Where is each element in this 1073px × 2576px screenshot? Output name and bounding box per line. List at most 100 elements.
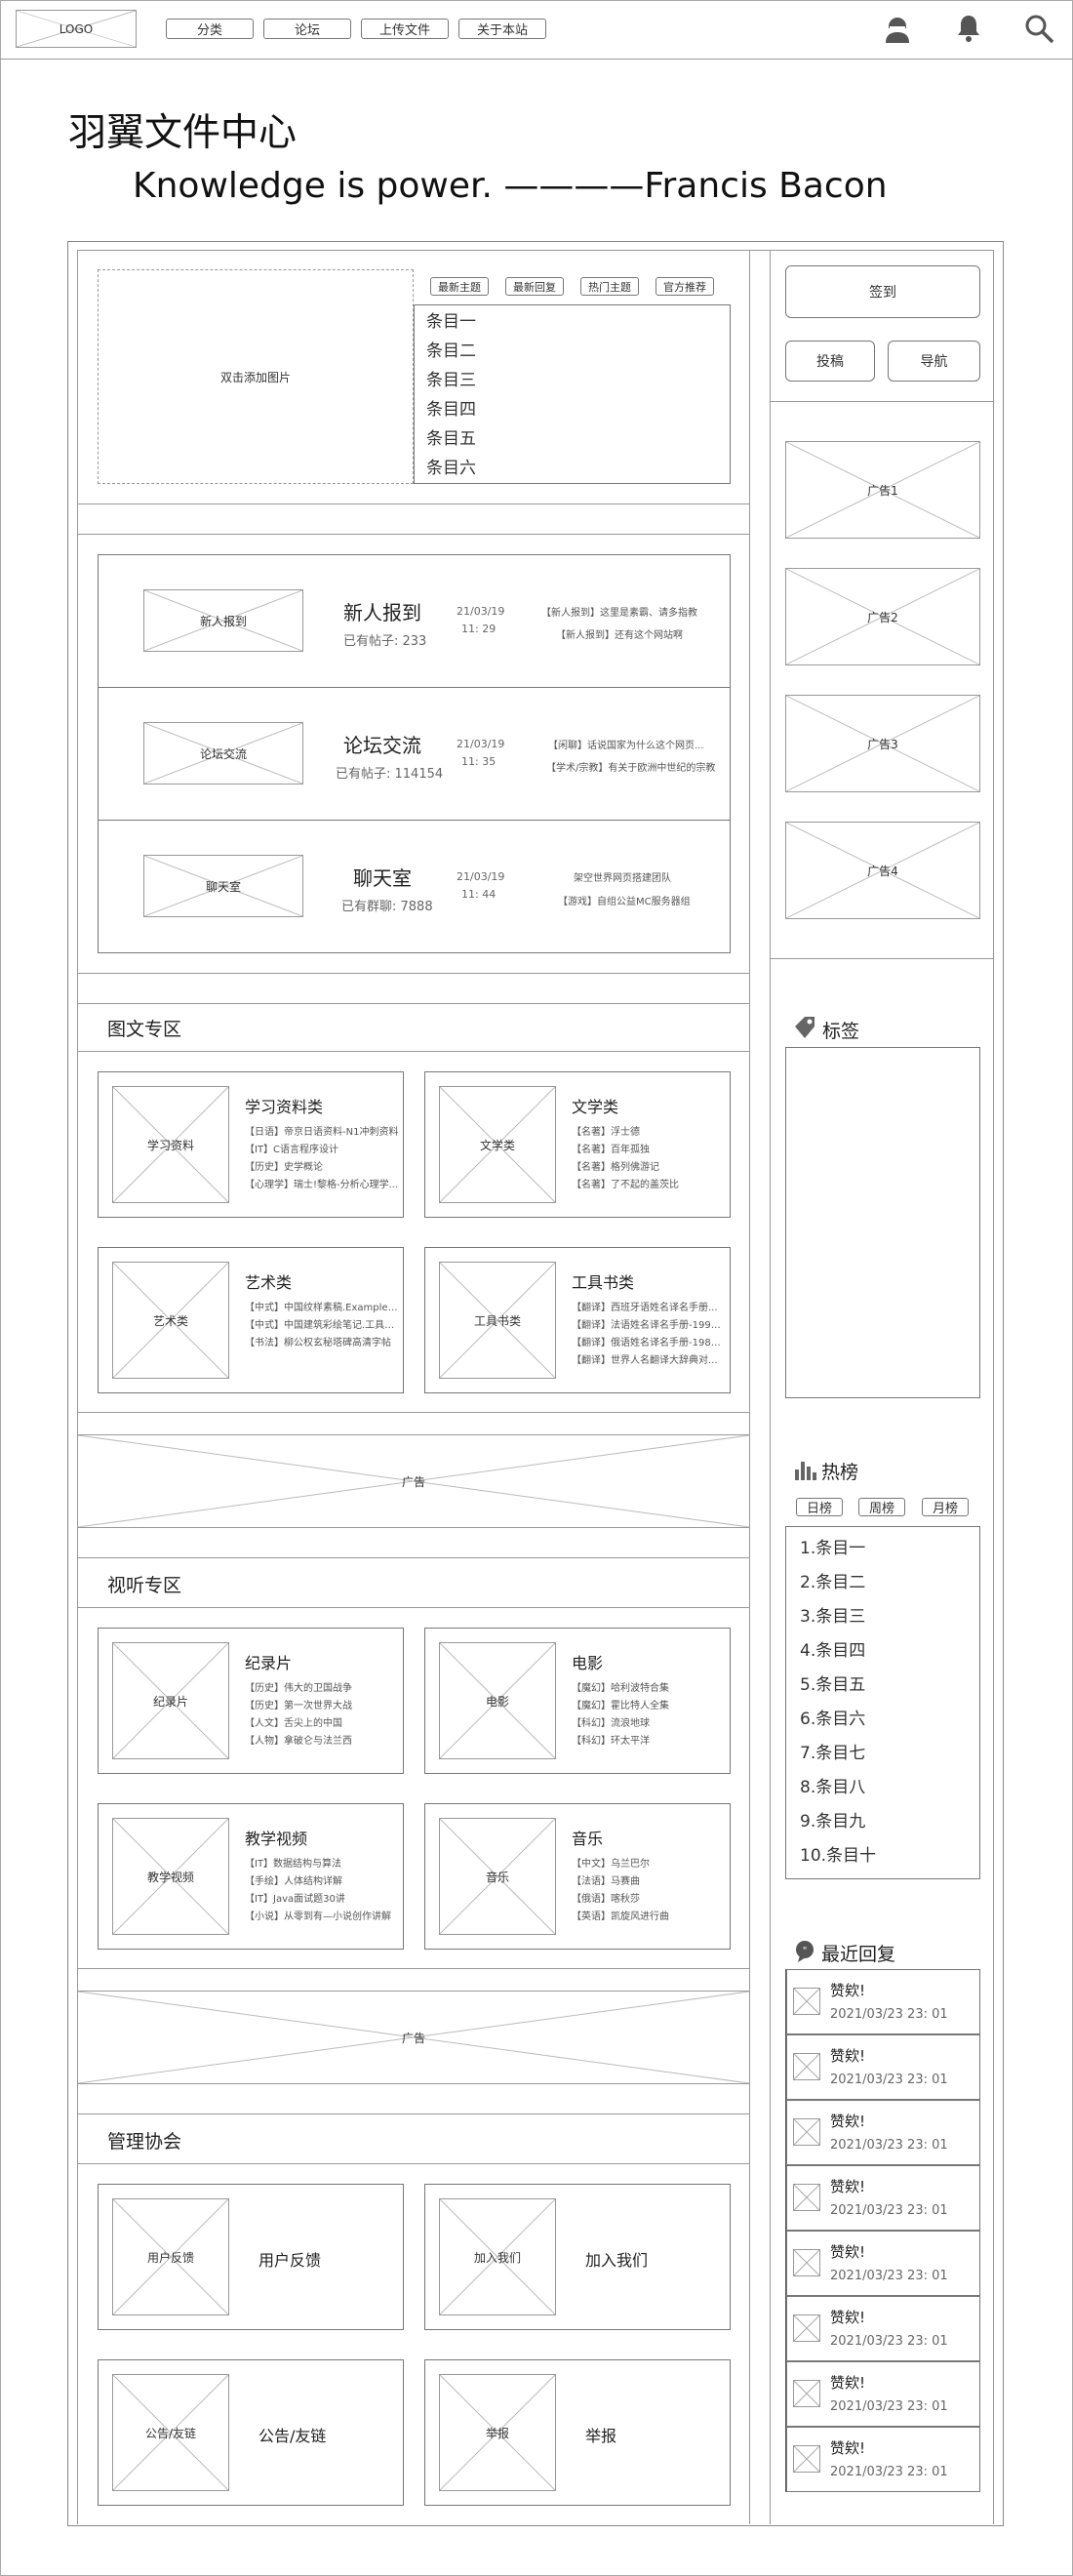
admin-card-title[interactable]: 举报 — [585, 2423, 616, 2446]
list-item[interactable]: 【科幻】流浪地球 — [572, 1715, 726, 1733]
category-title[interactable]: 教学视频 — [245, 1826, 307, 1849]
list-item[interactable]: 条目一 — [426, 307, 730, 337]
list-item[interactable]: 【俄语】喀秋莎 — [572, 1891, 726, 1909]
submit-button[interactable]: 投稿 — [785, 341, 875, 382]
category-title[interactable]: 艺术类 — [245, 1269, 292, 1293]
list-item[interactable]: 【翻译】俄语姓名译名手册-1982... — [572, 1335, 726, 1352]
list-item[interactable]: 【中式】中国建筑彩绘笔记.工具与... — [245, 1317, 399, 1335]
list-item[interactable]: 【书法】柳公权玄秘塔碑高清字帖 — [245, 1335, 399, 1352]
recent-reply-item[interactable]: 赞欸! 2021/03/23 23: 01 — [786, 2427, 980, 2492]
category-card[interactable]: 文学类 文学类 【名著】浮士德 【名著】百年孤独 【名著】格列佛游记 【名著】了… — [424, 1071, 731, 1218]
category-title[interactable]: 工具书类 — [572, 1269, 634, 1293]
recent-reply-item[interactable]: 赞欸! 2021/03/23 23: 01 — [786, 2034, 980, 2100]
ad-banner[interactable]: 广告 — [78, 1991, 749, 2084]
admin-card-title[interactable]: 用户反馈 — [258, 2247, 321, 2271]
recent-reply-item[interactable]: 赞欸! 2021/03/23 23: 01 — [786, 1969, 980, 2034]
list-item[interactable]: 【手绘】人体结构详解 — [245, 1873, 399, 1891]
list-item[interactable]: 【名著】了不起的盖茨比 — [572, 1177, 726, 1194]
bell-icon[interactable] — [956, 14, 981, 43]
list-item[interactable]: 4.条目四 — [786, 1634, 979, 1669]
list-item[interactable]: 【IT】C语言程序设计 — [245, 1142, 399, 1159]
category-title[interactable]: 文学类 — [572, 1094, 618, 1117]
sidebar-ad[interactable]: 广告1 — [785, 441, 980, 539]
recent-reply-item[interactable]: 赞欸! 2021/03/23 23: 01 — [786, 2361, 980, 2427]
forum-latest-post[interactable]: 【学术/宗教】有关于欧洲中世纪的宗教 — [546, 759, 715, 774]
sidebar-ad[interactable]: 广告4 — [785, 822, 980, 919]
admin-card-title[interactable]: 公告/友链 — [258, 2423, 326, 2446]
recent-reply-item[interactable]: 赞欸! 2021/03/23 23: 01 — [786, 2296, 980, 2361]
nav-upload[interactable]: 上传文件 — [361, 19, 449, 39]
forum-name[interactable]: 论坛交流 — [343, 730, 421, 758]
list-item[interactable]: 【小说】从零到有—小说创作讲解 — [245, 1909, 399, 1926]
tab-official[interactable]: 官方推荐 — [656, 277, 714, 296]
list-item[interactable]: 【科幻】环太平洋 — [572, 1733, 726, 1751]
list-item[interactable]: 2.条目二 — [786, 1566, 979, 1600]
category-card[interactable]: 工具书类 工具书类 【翻译】西班牙语姓名译名手册... 【翻译】法语姓名译名手册… — [424, 1247, 731, 1393]
category-title[interactable]: 纪录片 — [245, 1650, 292, 1673]
sidebar-ad[interactable]: 广告2 — [785, 568, 980, 665]
hot-tab-weekly[interactable]: 周榜 — [858, 1498, 905, 1516]
list-item[interactable]: 【IT】Java面试题30讲 — [245, 1891, 399, 1909]
admin-card[interactable]: 举报 举报 — [424, 2359, 731, 2506]
guide-button[interactable]: 导航 — [888, 341, 980, 382]
list-item[interactable]: 条目六 — [426, 454, 730, 483]
forum-latest-post[interactable]: 【新人报到】还有这个网站啊 — [556, 626, 683, 641]
admin-card[interactable]: 用户反馈 用户反馈 — [98, 2184, 404, 2330]
list-item[interactable]: 【日语】帝京日语资料-N1冲刺资料 — [245, 1124, 399, 1142]
forum-name[interactable]: 新人报到 — [343, 597, 421, 625]
ad-banner[interactable]: 广告 — [78, 1434, 749, 1528]
recent-reply-item[interactable]: 赞欸! 2021/03/23 23: 01 — [786, 2165, 980, 2231]
list-item[interactable]: 【翻译】西班牙语姓名译名手册... — [572, 1300, 726, 1317]
list-item[interactable]: 条目四 — [426, 395, 730, 424]
list-item[interactable]: 【翻译】世界人名翻译大辞典对... — [572, 1352, 726, 1370]
recent-reply-item[interactable]: 赞欸! 2021/03/23 23: 01 — [786, 2100, 980, 2165]
category-card[interactable]: 学习资料 学习资料类 【日语】帝京日语资料-N1冲刺资料 【IT】C语言程序设计… — [98, 1071, 404, 1218]
admin-card[interactable]: 加入我们 加入我们 — [424, 2184, 731, 2330]
forum-latest-post[interactable]: 架空世界网页搭建团队 — [574, 869, 671, 884]
tab-latest-replies[interactable]: 最新回复 — [505, 277, 564, 296]
list-item[interactable]: 1.条目一 — [786, 1532, 979, 1566]
list-item[interactable]: 8.条目八 — [786, 1771, 979, 1805]
list-item[interactable]: 条目五 — [426, 424, 730, 454]
list-item[interactable]: 条目三 — [426, 366, 730, 395]
forum-latest-post[interactable]: 【闲聊】话说国家为什么这个网页... — [548, 737, 704, 751]
list-item[interactable]: 【历史】史学概论 — [245, 1159, 399, 1177]
category-title[interactable]: 学习资料类 — [245, 1094, 323, 1117]
forum-name[interactable]: 聊天室 — [353, 863, 412, 891]
category-title[interactable]: 电影 — [572, 1650, 603, 1673]
feature-image[interactable]: 双击添加图片 — [98, 269, 414, 484]
list-item[interactable]: 【人物】拿破仑与法兰西 — [245, 1733, 399, 1751]
list-item[interactable]: 【历史】第一次世界大战 — [245, 1698, 399, 1715]
sidebar-ad[interactable]: 广告3 — [785, 695, 980, 792]
nav-forum[interactable]: 论坛 — [263, 19, 351, 39]
admin-card-title[interactable]: 加入我们 — [585, 2247, 648, 2271]
list-item[interactable]: 5.条目五 — [786, 1669, 979, 1703]
list-item[interactable]: 6.条目六 — [786, 1703, 979, 1737]
list-item[interactable]: 10.条目十 — [786, 1839, 979, 1873]
list-item[interactable]: 【人文】舌尖上的中国 — [245, 1715, 399, 1733]
list-item[interactable]: 条目二 — [426, 337, 730, 366]
recent-reply-item[interactable]: 赞欸! 2021/03/23 23: 01 — [786, 2231, 980, 2296]
hot-tab-monthly[interactable]: 月榜 — [922, 1498, 969, 1516]
list-item[interactable]: 【翻译】法语姓名译名手册-1996... — [572, 1317, 726, 1335]
category-card[interactable]: 音乐 音乐 【中文】乌兰巴尔 【法语】马赛曲 【俄语】喀秋莎 【英语】凯旋风进行… — [424, 1803, 731, 1950]
nav-about[interactable]: 关于本站 — [458, 19, 546, 39]
list-item[interactable]: 【历史】伟大的卫国战争 — [245, 1680, 399, 1698]
category-card[interactable]: 纪录片 纪录片 【历史】伟大的卫国战争 【历史】第一次世界大战 【人文】舌尖上的… — [98, 1628, 404, 1774]
search-icon[interactable] — [1024, 14, 1053, 43]
list-item[interactable]: 【魔幻】霍比特人全集 — [572, 1698, 726, 1715]
list-item[interactable]: 【中文】乌兰巴尔 — [572, 1856, 726, 1873]
tab-hot-topics[interactable]: 热门主题 — [580, 277, 639, 296]
category-card[interactable]: 教学视频 教学视频 【IT】数据结构与算法 【手绘】人体结构详解 【IT】Jav… — [98, 1803, 404, 1950]
list-item[interactable]: 【中式】中国纹样素稿.Examples o... — [245, 1300, 399, 1317]
list-item[interactable]: 7.条目七 — [786, 1737, 979, 1771]
list-item[interactable]: 【魔幻】哈利波特合集 — [572, 1680, 726, 1698]
list-item[interactable]: 【心理学】瑞士!黎格-分析心理学... — [245, 1177, 399, 1194]
list-item[interactable]: 【英语】凯旋风进行曲 — [572, 1909, 726, 1926]
list-item[interactable]: 9.条目九 — [786, 1805, 979, 1839]
nav-categories[interactable]: 分类 — [166, 19, 254, 39]
logo[interactable]: LOGO — [16, 10, 137, 48]
tab-latest-topics[interactable]: 最新主题 — [430, 277, 489, 296]
user-icon[interactable] — [884, 15, 911, 44]
list-item[interactable]: 3.条目三 — [786, 1600, 979, 1634]
